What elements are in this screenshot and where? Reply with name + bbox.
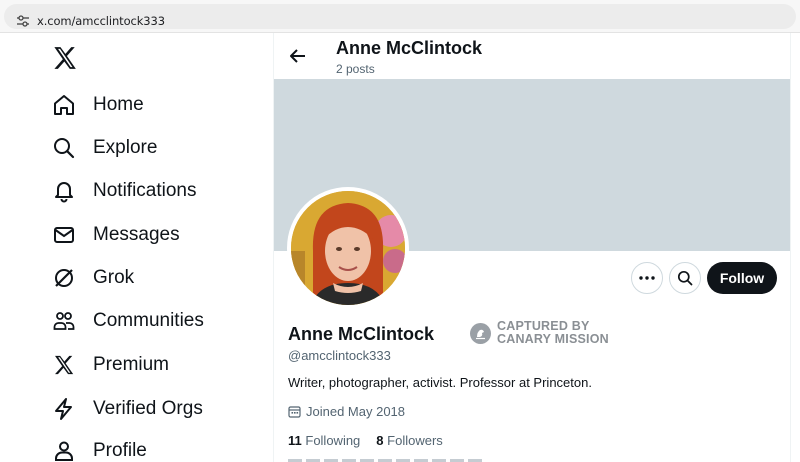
post-count: 2 posts bbox=[336, 62, 375, 76]
sidebar: Home Explore Notifications Messages Grok… bbox=[0, 33, 273, 462]
sidebar-item-label: Verified Orgs bbox=[93, 398, 203, 419]
browser-address-bar: x.com/amcclintock333 bbox=[0, 0, 800, 33]
followers-count: 8 bbox=[376, 433, 384, 448]
bell-icon bbox=[50, 177, 78, 205]
search-profile-button[interactable] bbox=[669, 262, 701, 294]
more-options-button[interactable] bbox=[631, 262, 663, 294]
lightning-icon bbox=[50, 395, 78, 423]
envelope-icon bbox=[50, 221, 78, 249]
canary-icon bbox=[470, 322, 491, 344]
grok-icon bbox=[50, 264, 78, 292]
following-count: 11 bbox=[288, 433, 302, 448]
avatar[interactable] bbox=[287, 187, 409, 309]
person-icon bbox=[50, 437, 78, 462]
sidebar-item-communities[interactable]: Communities bbox=[50, 304, 204, 338]
sidebar-item-home[interactable]: Home bbox=[50, 88, 144, 122]
header-title: Anne McClintock bbox=[336, 38, 483, 58]
sidebar-item-profile[interactable]: Profile bbox=[50, 434, 147, 462]
home-icon bbox=[50, 91, 78, 119]
sidebar-item-label: Profile bbox=[93, 440, 147, 461]
profile-display-name: Anne McClintock bbox=[288, 324, 435, 344]
sidebar-item-messages[interactable]: Messages bbox=[50, 218, 180, 252]
x-icon bbox=[50, 351, 78, 379]
cutoff-text-row bbox=[288, 456, 488, 462]
profile-handle: @amcclintock333 bbox=[288, 348, 391, 363]
column-divider-right bbox=[790, 33, 791, 462]
x-logo-icon[interactable] bbox=[52, 45, 78, 71]
badge-line1: CAPTURED BY bbox=[497, 319, 590, 333]
sidebar-item-label: Grok bbox=[93, 267, 135, 288]
address-pill[interactable]: x.com/amcclintock333 bbox=[4, 4, 796, 29]
sidebar-item-label: Communities bbox=[93, 310, 204, 331]
tune-icon[interactable] bbox=[16, 14, 30, 28]
following-label: Following bbox=[305, 433, 361, 448]
sidebar-item-premium[interactable]: Premium bbox=[50, 348, 169, 382]
follow-button[interactable]: Follow bbox=[707, 262, 777, 294]
badge-line2: CANARY MISSION bbox=[497, 332, 609, 346]
sidebar-item-label: Home bbox=[93, 94, 144, 115]
joined-date: Joined May 2018 bbox=[288, 404, 405, 419]
more-dots-icon bbox=[639, 276, 655, 280]
sidebar-item-explore[interactable]: Explore bbox=[50, 131, 157, 165]
sidebar-item-label: Premium bbox=[93, 354, 170, 375]
search-icon bbox=[677, 270, 693, 286]
avatar-photo bbox=[291, 191, 405, 305]
canary-mission-badge: CAPTURED BY CANARY MISSION bbox=[470, 320, 609, 346]
calendar-icon bbox=[288, 406, 301, 418]
people-icon bbox=[50, 307, 78, 335]
following-link[interactable]: 11 Following bbox=[288, 433, 360, 448]
follow-stats: 11 Following 8 Followers bbox=[288, 433, 459, 448]
sidebar-item-label: Messages bbox=[93, 224, 180, 245]
sidebar-item-notifications[interactable]: Notifications bbox=[50, 174, 197, 208]
profile-header: Anne McClintock 2 posts bbox=[274, 33, 790, 79]
sidebar-item-verified-orgs[interactable]: Verified Orgs bbox=[50, 392, 203, 426]
back-arrow-icon[interactable] bbox=[288, 46, 308, 66]
followers-label: Followers bbox=[387, 433, 443, 448]
sidebar-item-grok[interactable]: Grok bbox=[50, 261, 134, 295]
search-icon bbox=[50, 134, 78, 162]
profile-bio: Writer, photographer, activist. Professo… bbox=[288, 375, 592, 390]
url-text[interactable]: x.com/amcclintock333 bbox=[37, 14, 165, 28]
sidebar-item-label: Notifications bbox=[93, 180, 197, 201]
followers-link[interactable]: 8 Followers bbox=[376, 433, 442, 448]
sidebar-item-label: Explore bbox=[93, 137, 158, 158]
joined-label: Joined May 2018 bbox=[306, 404, 406, 419]
